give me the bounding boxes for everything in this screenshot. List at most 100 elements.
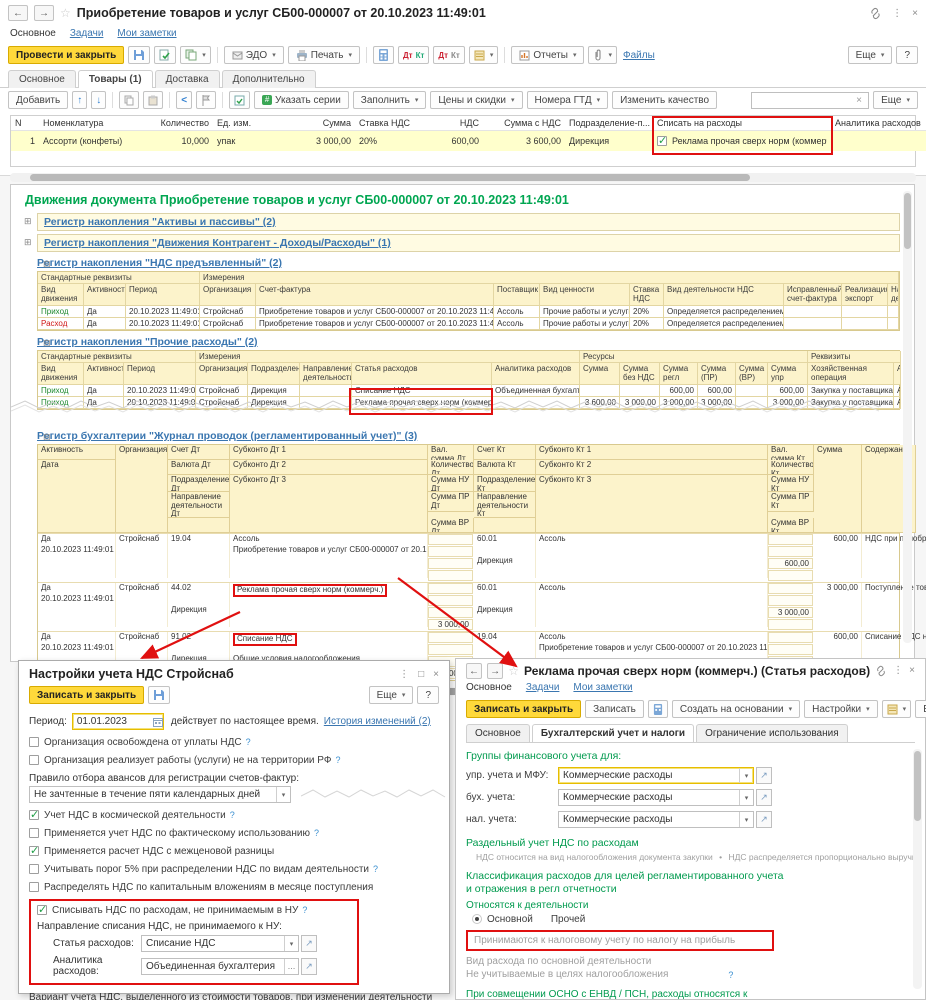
close-icon[interactable]: × <box>912 8 918 19</box>
register-assets-link[interactable]: Регистр накопления "Активы и пассивы" (2… <box>44 216 276 228</box>
help-button[interactable]: ? <box>896 46 918 64</box>
forward-button[interactable]: → <box>34 5 54 21</box>
create-from-button[interactable]: Создать на основании ▾ <box>671 700 801 718</box>
advance-rule-dropdown[interactable]: Не зачтенные в течение пяти календарных … <box>29 786 291 803</box>
register-contractor-link[interactable]: Регистр накопления "Движения Контрагент … <box>44 237 391 249</box>
help-icon[interactable]: ? <box>314 828 319 838</box>
calculator-icon[interactable] <box>372 46 394 64</box>
files-link[interactable]: Файлы <box>623 50 655 61</box>
debit-credit-reg-icon[interactable]: Дт Кт <box>433 46 465 64</box>
favorite-star-icon[interactable]: ☆ <box>508 664 519 678</box>
col-header[interactable]: Количество <box>145 116 213 131</box>
expand-icon[interactable]: ⊞ <box>24 216 32 227</box>
more-button[interactable]: Еще▾ <box>915 700 926 718</box>
search-text-field[interactable] <box>756 95 857 105</box>
col-header[interactable]: Списать на расходы <box>653 116 831 131</box>
checkbox-outside-rf[interactable] <box>29 755 39 765</box>
specify-series-button[interactable]: # Указать серии <box>254 91 349 109</box>
col-header[interactable]: Ставка НДС <box>355 116 415 131</box>
expense-analytics-field[interactable]: Объединенная бухгалтерия… <box>141 957 299 975</box>
kebab-menu-icon[interactable]: ⋮ <box>892 8 902 19</box>
col-header[interactable]: Сумма <box>269 116 355 131</box>
checkbox-capital-investments[interactable] <box>29 882 39 892</box>
reports-dropdown-button[interactable]: Отчеты ▾ <box>511 46 585 64</box>
kebab-menu-icon[interactable]: ⋮ <box>399 669 409 680</box>
help-icon[interactable]: ? <box>373 864 378 874</box>
col-header[interactable]: Подразделение-п... <box>565 116 653 131</box>
back-button[interactable]: ← <box>8 5 28 21</box>
prices-discounts-button[interactable]: Цены и скидки ▾ <box>430 91 523 109</box>
help-icon[interactable]: ? <box>246 737 251 747</box>
radio-other-activity[interactable]: Прочей <box>551 914 585 925</box>
checkbox-space-activity[interactable] <box>29 808 39 821</box>
check-document-icon[interactable] <box>229 91 251 109</box>
nav-main[interactable]: Основное <box>10 28 56 39</box>
more-button[interactable]: Еще▾ <box>847 46 893 64</box>
paste-row-icon[interactable] <box>143 91 164 109</box>
tab-main[interactable]: Основное <box>8 70 76 88</box>
open-icon[interactable]: ↗ <box>756 767 772 784</box>
tab-main[interactable]: Основное <box>466 724 530 742</box>
checkbox-writeoff-vat[interactable] <box>37 903 47 916</box>
tab-delivery[interactable]: Доставка <box>154 70 220 88</box>
structure-dropdown-icon[interactable]: ▾ <box>468 46 499 64</box>
get-link-icon[interactable] <box>875 665 887 677</box>
col-header[interactable]: Аналитика расходов <box>831 116 926 131</box>
flag-icon[interactable] <box>196 91 217 109</box>
expense-item-field[interactable]: Списание НДС ▾ <box>141 935 299 952</box>
settings-button[interactable]: Настройки ▾ <box>804 700 878 718</box>
open-icon[interactable]: ↗ <box>756 789 772 806</box>
copy-row-icon[interactable] <box>119 91 140 109</box>
edo-dropdown-button[interactable]: ЭДО ▾ <box>223 46 284 64</box>
col-header[interactable]: N <box>11 116 39 131</box>
goods-hscrollbar[interactable] <box>10 173 916 182</box>
checkbox-5-percent[interactable] <box>29 864 39 874</box>
col-header[interactable]: Сумма с НДС <box>483 116 565 131</box>
fill-dropdown-button[interactable]: Заполнить ▾ <box>352 91 427 109</box>
kebab-menu-icon[interactable]: ⋮ <box>893 665 903 677</box>
tab-extra[interactable]: Дополнительно <box>221 70 316 88</box>
journal-row[interactable]: Да 20.10.2023 11:49:01 Стройснаб 44.02 Дир… <box>38 581 926 631</box>
help-icon[interactable]: ? <box>302 905 307 915</box>
open-icon[interactable]: ↗ <box>756 811 772 828</box>
save-and-close-button[interactable]: Записать и закрыть <box>466 700 582 718</box>
help-button[interactable]: ? <box>417 686 439 704</box>
mgmt-accounting-field[interactable]: Коммерческие расходы ▾ <box>558 767 754 784</box>
expense-checkbox[interactable] <box>657 134 667 147</box>
maximize-icon[interactable]: □ <box>418 669 424 680</box>
tab-accounting[interactable]: Бухгалтерский учет и налоги <box>531 724 695 742</box>
acc-accounting-field[interactable]: Коммерческие расходы ▾ <box>558 789 754 806</box>
register-journal-link[interactable]: Регистр бухгалтерии "Журнал проводок (ре… <box>37 430 417 442</box>
help-icon[interactable]: ? <box>230 810 235 820</box>
nav-main[interactable]: Основное <box>466 682 512 693</box>
expand-icon[interactable]: ⊞ <box>24 237 32 248</box>
nav-notes[interactable]: Мои заметки <box>573 682 632 693</box>
history-link[interactable]: История изменений (2) <box>324 716 431 727</box>
copy-dropdown-button[interactable]: ▾ <box>180 46 211 64</box>
nav-tasks[interactable]: Задачи <box>526 682 560 693</box>
write-off-expense-cell[interactable]: Реклама прочая сверх норм (коммерч.) <box>653 131 831 151</box>
checkbox-margin-vat[interactable] <box>29 844 39 857</box>
period-field[interactable]: 01.01.2023 <box>71 713 164 730</box>
calendar-icon[interactable] <box>152 717 163 727</box>
save-button[interactable] <box>128 46 151 64</box>
tab-usage-restriction[interactable]: Ограничение использования <box>696 724 848 742</box>
change-quality-button[interactable]: Изменить качество <box>612 91 718 109</box>
collapse-icon[interactable]: ⊟ <box>43 338 51 349</box>
post-and-close-button[interactable]: Провести и закрыть <box>8 46 125 64</box>
back-button[interactable]: ← <box>466 663 483 679</box>
post-document-button[interactable] <box>154 46 177 64</box>
radio-main-activity[interactable] <box>472 914 482 925</box>
help-icon[interactable]: ? <box>728 970 733 980</box>
search-input[interactable]: × <box>751 91 870 109</box>
register-other-expenses-link[interactable]: Регистр накопления "Прочие расходы" (2) <box>37 336 258 348</box>
register-vat-link[interactable]: Регистр накопления "НДС предъявленный" (… <box>37 257 282 269</box>
forward-button[interactable]: → <box>487 663 504 679</box>
close-icon[interactable]: × <box>433 669 439 680</box>
nav-tasks[interactable]: Задачи <box>70 28 104 39</box>
open-icon[interactable]: ↗ <box>301 935 317 952</box>
add-row-button[interactable]: Добавить <box>8 91 69 109</box>
share-icon[interactable]: < <box>176 91 193 109</box>
save-button[interactable] <box>148 686 171 704</box>
save-button[interactable]: Записать <box>585 700 644 718</box>
